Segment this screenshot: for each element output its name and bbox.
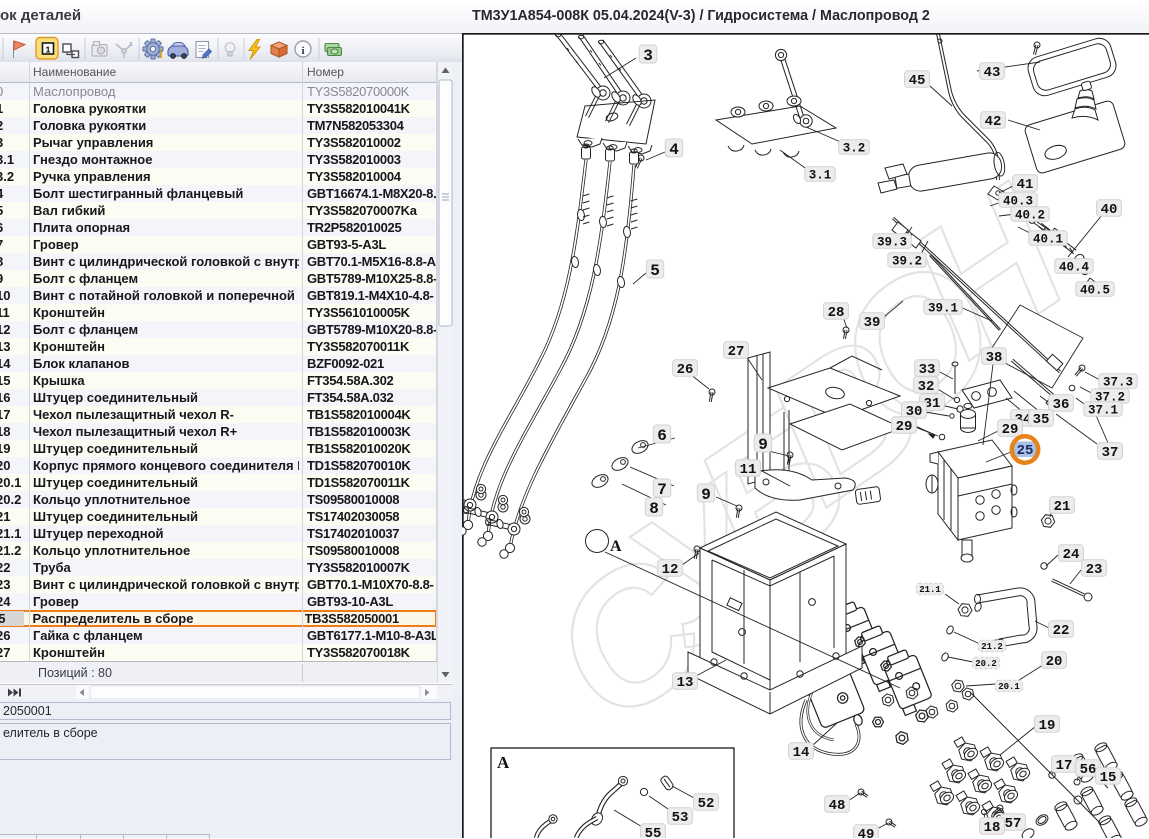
svg-text:49: 49 bbox=[858, 827, 875, 838]
svg-text:11: 11 bbox=[740, 462, 757, 478]
svg-text:9: 9 bbox=[701, 486, 711, 504]
svg-text:37: 37 bbox=[1102, 445, 1119, 461]
svg-text:A: A bbox=[497, 753, 510, 772]
svg-text:40.1: 40.1 bbox=[1033, 233, 1063, 247]
svg-text:21: 21 bbox=[1054, 499, 1071, 515]
svg-text:23: 23 bbox=[1086, 562, 1103, 578]
svg-text:21.1: 21.1 bbox=[919, 585, 941, 595]
svg-text:12: 12 bbox=[662, 562, 679, 578]
svg-text:3.1: 3.1 bbox=[809, 169, 832, 183]
svg-text:29: 29 bbox=[896, 419, 913, 435]
svg-text:z: z bbox=[129, 41, 133, 48]
svg-text:39: 39 bbox=[864, 315, 881, 331]
svg-text:18: 18 bbox=[984, 820, 1001, 836]
svg-text:33: 33 bbox=[919, 362, 936, 378]
svg-text:37.3: 37.3 bbox=[1103, 376, 1133, 390]
svg-text:20.1: 20.1 bbox=[998, 682, 1020, 692]
svg-text:28: 28 bbox=[828, 305, 845, 321]
svg-text:8: 8 bbox=[649, 500, 659, 518]
svg-text:40: 40 bbox=[1101, 202, 1118, 218]
svg-text:25: 25 bbox=[1017, 443, 1034, 459]
svg-text:i: i bbox=[159, 46, 163, 61]
svg-text:i: i bbox=[301, 45, 304, 57]
svg-text:45: 45 bbox=[909, 73, 926, 89]
svg-text:41: 41 bbox=[1017, 177, 1034, 193]
svg-text:26: 26 bbox=[677, 362, 694, 378]
svg-text:6: 6 bbox=[657, 427, 667, 445]
svg-text:39.3: 39.3 bbox=[877, 236, 907, 250]
svg-text:13: 13 bbox=[677, 675, 694, 691]
svg-text:55: 55 bbox=[645, 826, 662, 838]
svg-text:48: 48 bbox=[829, 798, 846, 814]
svg-text:7: 7 bbox=[657, 481, 667, 499]
svg-text:35: 35 bbox=[1033, 412, 1050, 428]
svg-text:24: 24 bbox=[1063, 547, 1080, 563]
svg-text:15: 15 bbox=[1100, 770, 1117, 786]
svg-text:40.4: 40.4 bbox=[1059, 261, 1090, 275]
svg-text:9: 9 bbox=[758, 436, 768, 454]
svg-text:3.2: 3.2 bbox=[843, 142, 866, 156]
svg-text:17: 17 bbox=[1056, 758, 1073, 774]
svg-text:20: 20 bbox=[1046, 654, 1063, 670]
svg-text:38: 38 bbox=[986, 350, 1003, 366]
svg-text:39.1: 39.1 bbox=[928, 302, 958, 316]
svg-text:32: 32 bbox=[918, 379, 935, 395]
svg-text:37.1: 37.1 bbox=[1088, 404, 1118, 418]
svg-text:1: 1 bbox=[45, 46, 51, 56]
svg-text:27: 27 bbox=[728, 344, 745, 360]
svg-text:42: 42 bbox=[985, 114, 1002, 130]
svg-text:22: 22 bbox=[1053, 623, 1070, 639]
svg-text:3: 3 bbox=[643, 47, 653, 65]
svg-text:19: 19 bbox=[1039, 718, 1056, 734]
svg-text:40.2: 40.2 bbox=[1015, 209, 1045, 223]
svg-text:43: 43 bbox=[984, 65, 1001, 81]
svg-text:39.2: 39.2 bbox=[892, 255, 922, 269]
svg-text:A: A bbox=[610, 538, 622, 555]
svg-text:5: 5 bbox=[650, 262, 660, 280]
svg-text:57: 57 bbox=[1005, 816, 1022, 832]
svg-text:21.2: 21.2 bbox=[981, 642, 1003, 652]
svg-text:52: 52 bbox=[698, 796, 715, 812]
svg-text:40.5: 40.5 bbox=[1080, 284, 1110, 298]
svg-text:36: 36 bbox=[1053, 397, 1070, 413]
svg-text:56: 56 bbox=[1080, 762, 1097, 778]
svg-text:14: 14 bbox=[793, 745, 810, 761]
svg-text:20.2: 20.2 bbox=[975, 659, 997, 669]
svg-text:4: 4 bbox=[669, 141, 679, 159]
svg-text:53: 53 bbox=[672, 810, 689, 826]
svg-text:29: 29 bbox=[1002, 422, 1019, 438]
